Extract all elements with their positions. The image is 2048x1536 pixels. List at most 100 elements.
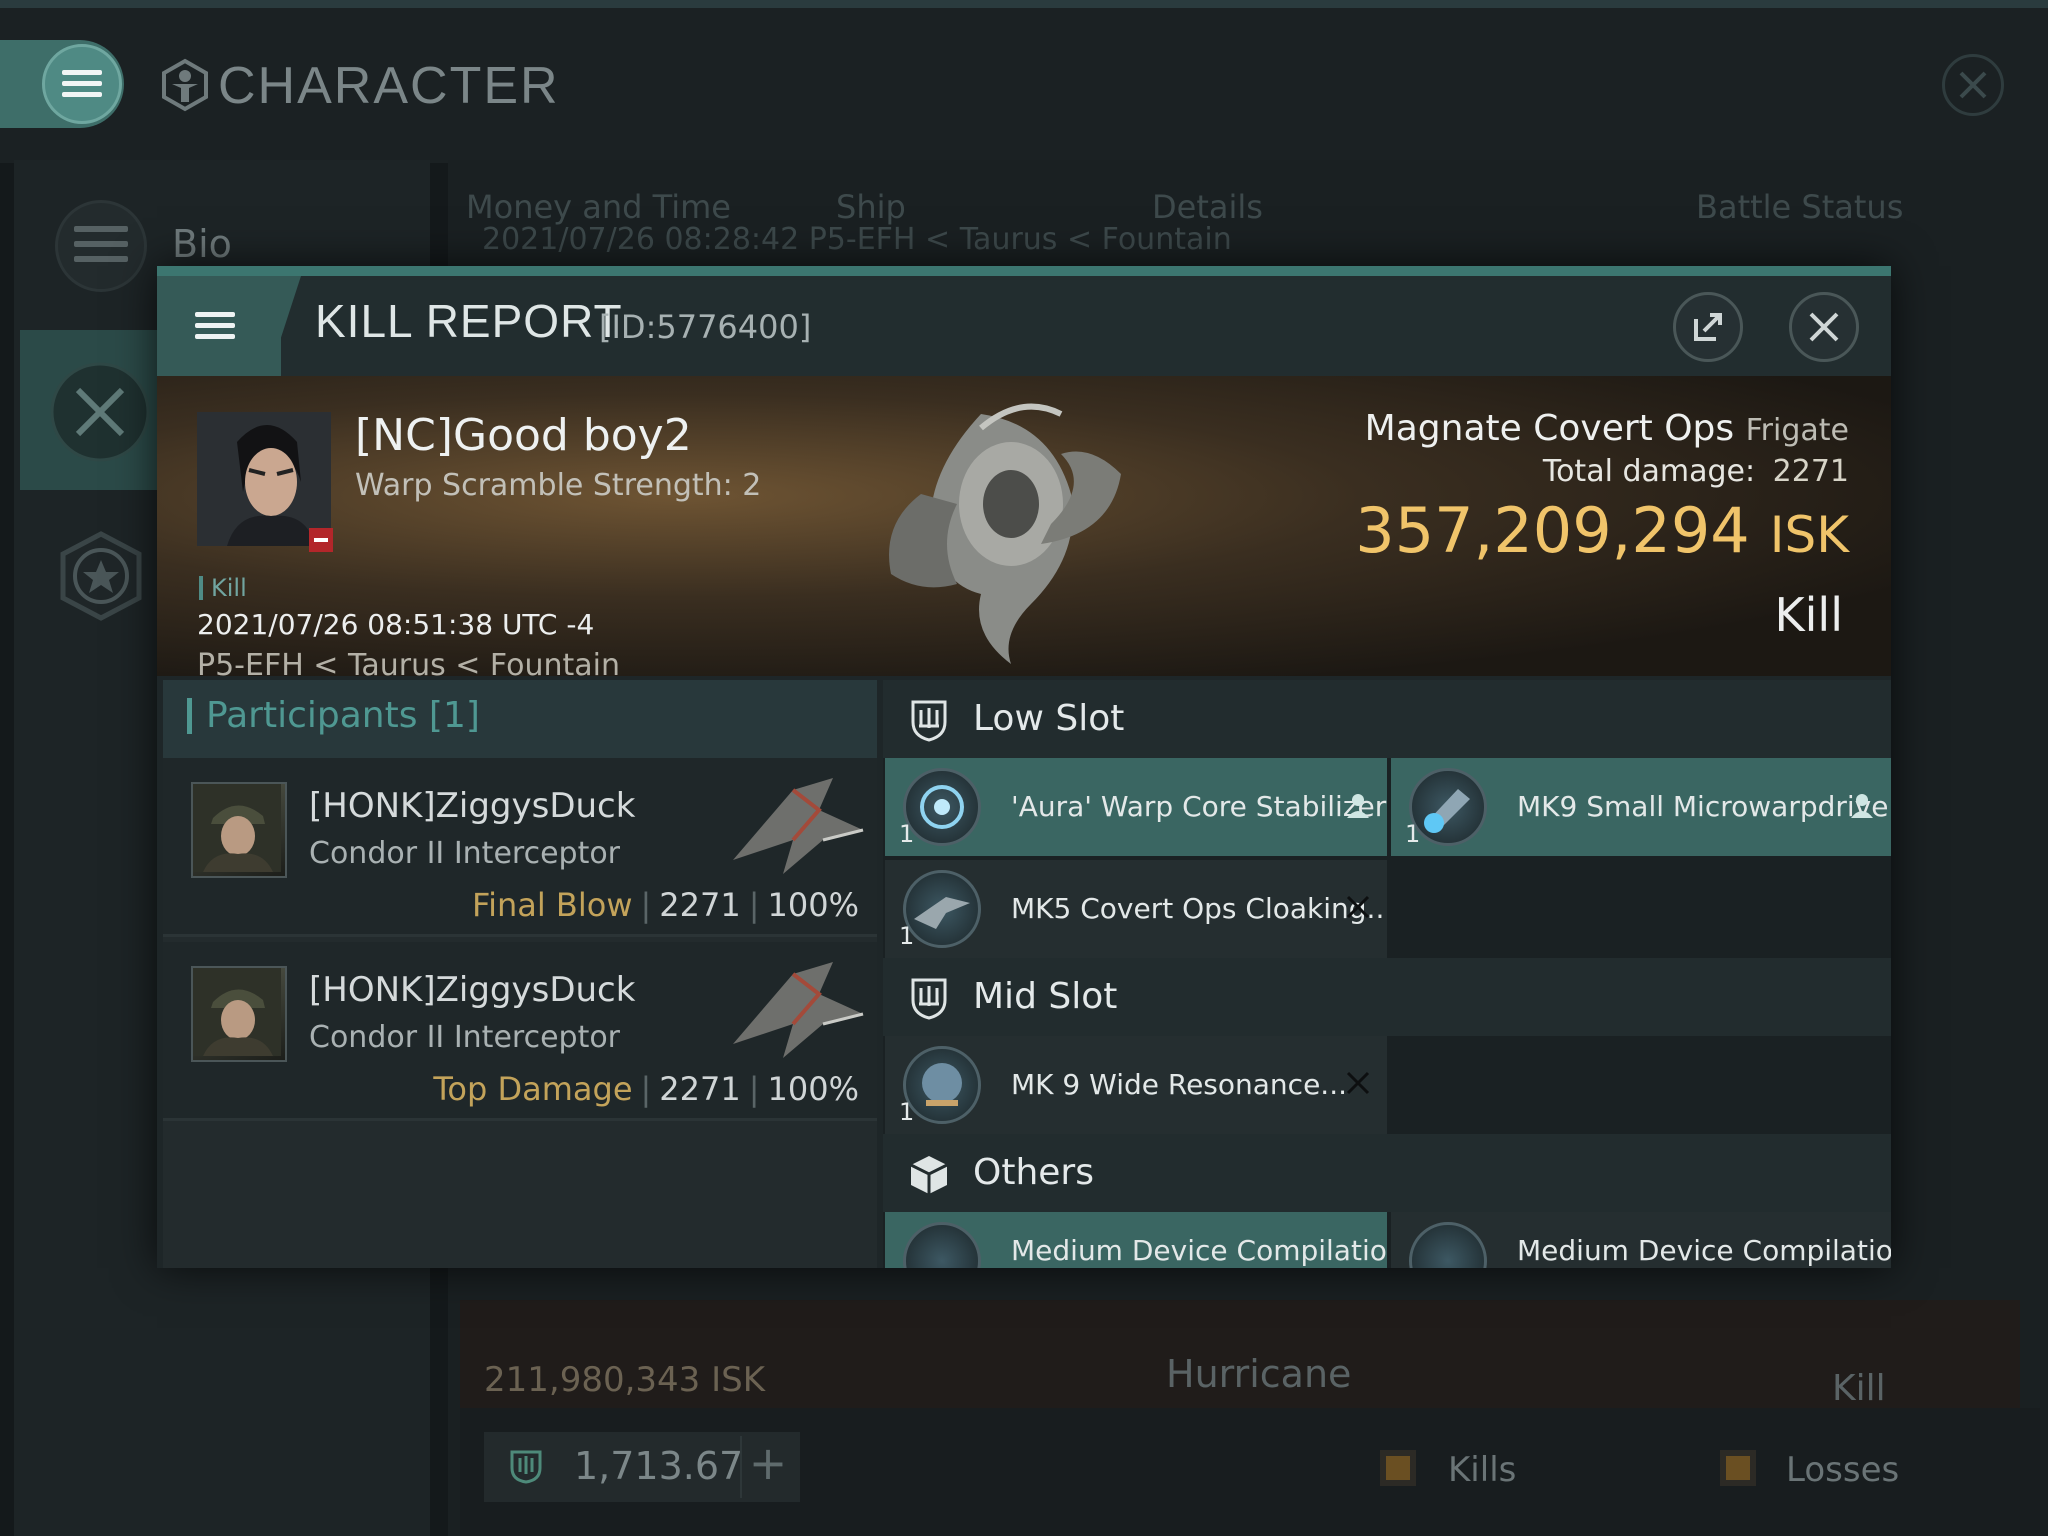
window-top-border	[0, 0, 2048, 8]
kills-legend-label: Kills	[1448, 1450, 1517, 1490]
participant-ship: Condor II Interceptor	[309, 1020, 621, 1055]
module-name: 'Aura' Warp Core Stabilizer	[1011, 790, 1387, 823]
participant-ship: Condor II Interceptor	[309, 836, 621, 871]
kill-summary-banner: [NC]Good boy2 Warp Scramble Strength: 2 …	[157, 376, 1891, 683]
participant-name: [HONK]ZiggysDuck	[309, 786, 636, 826]
cargo-box-icon	[910, 1156, 948, 1194]
participant-percent: 100%	[767, 886, 859, 924]
close-icon	[1809, 312, 1839, 342]
module-quantity: 1	[899, 820, 915, 848]
dropped-person-icon	[1851, 794, 1873, 818]
module-item[interactable]: 1 MK5 Covert Ops Cloaking...	[885, 860, 1387, 958]
module-quantity: 1	[899, 1098, 915, 1126]
sidebar-item-bio[interactable]	[55, 200, 147, 292]
device-compilation-icon	[1409, 1222, 1487, 1268]
victim-ship-image[interactable]	[861, 384, 1141, 674]
column-header-ship[interactable]: Ship	[836, 188, 906, 226]
victim-name[interactable]: [NC]Good boy2	[355, 410, 692, 461]
participant-tag: Top Damage	[433, 1070, 633, 1108]
portrait-image	[193, 968, 281, 1056]
stat-separator: |	[640, 1070, 652, 1108]
result-label: Kill	[1774, 588, 1843, 642]
external-link-icon	[1694, 313, 1722, 341]
total-damage-value: 2271	[1772, 454, 1849, 489]
total-damage-label: Total damage:	[1542, 454, 1756, 489]
module-item[interactable]: Medium Device Compilation ...	[885, 1212, 1387, 1268]
kill-report-id: [ID:5776400]	[599, 308, 812, 346]
module-item[interactable]: 1 MK 9 Wide Resonance...	[885, 1036, 1387, 1134]
kills-legend-swatch	[1380, 1450, 1416, 1486]
mid-slot-header: Mid Slot	[883, 958, 1891, 1036]
list-row-partial: 2021/07/26 08:28:42 P5-EFH < Taurus < Fo…	[482, 222, 1232, 257]
participant-tag: Final Blow	[472, 886, 633, 924]
sidebar-item-medals[interactable]	[55, 530, 147, 622]
column-header-details[interactable]: Details	[1152, 188, 1263, 226]
mid-slot-icon	[911, 978, 947, 1020]
participant-avatar	[191, 782, 287, 878]
crossed-swords-icon	[50, 362, 150, 462]
module-item[interactable]: 1 MK9 Small Microwarpdrive	[1391, 758, 1891, 856]
total-damage: Total damage: 2271	[1543, 454, 1849, 489]
low-slot-label: Low Slot	[973, 698, 1125, 739]
module-name: Medium Device Compilation ...	[1517, 1234, 1891, 1267]
participants-title: Participants [1]	[187, 698, 480, 734]
participant-stats: Top Damage | 2271 | 100%	[433, 1070, 859, 1108]
stat-separator: |	[748, 886, 760, 924]
wallet-value: 1,713.67	[574, 1444, 744, 1488]
participant-damage: 2271	[659, 1070, 741, 1108]
hamburger-icon	[195, 312, 235, 340]
destroyed-x-icon	[1346, 1071, 1370, 1095]
row-status: Kill	[1832, 1368, 1886, 1409]
module-name: MK5 Covert Ops Cloaking...	[1011, 892, 1387, 925]
row-ship-name: Hurricane	[1166, 1352, 1352, 1396]
isk-value: 357,209,294 ISK	[1355, 494, 1849, 567]
list-icon	[74, 226, 128, 266]
row-isk-value: 211,980,343 ISK	[484, 1360, 766, 1400]
isk-unit: ISK	[1769, 506, 1849, 564]
column-header-battle-status[interactable]: Battle Status	[1696, 188, 1903, 226]
participant-damage: 2271	[659, 886, 741, 924]
hamburger-icon	[62, 70, 102, 98]
modal-close-button[interactable]	[1789, 292, 1859, 362]
module-quantity: 1	[1405, 820, 1421, 848]
participant-ship-image	[733, 778, 864, 874]
main-menu-button[interactable]	[42, 44, 122, 124]
sidebar-item-combat[interactable]	[20, 330, 160, 490]
modal-title: KILL REPORT	[315, 295, 623, 347]
destroyed-x-icon	[1346, 895, 1370, 919]
low-slot-header: Low Slot	[883, 680, 1891, 758]
share-button[interactable]	[1673, 292, 1743, 362]
window-close-button[interactable]	[1942, 54, 2004, 116]
module-item[interactable]: Medium Device Compilation ...	[1391, 1212, 1891, 1268]
participant-row[interactable]: [HONK]ZiggysDuck Condor II Interceptor F…	[163, 758, 877, 937]
participant-ship-image	[733, 962, 864, 1058]
module-item[interactable]: 1 'Aura' Warp Core Stabilizer	[885, 758, 1387, 856]
portrait-image	[197, 412, 331, 546]
kill-datetime: 2021/07/26 08:51:38 UTC -4	[197, 608, 595, 641]
cloaking-device-icon	[903, 870, 981, 948]
victim-ship-name[interactable]: Magnate Covert Ops Frigate	[1365, 408, 1849, 449]
plex-icon	[510, 1450, 542, 1484]
portrait-image	[193, 784, 281, 872]
sidebar-item-label: Bio	[172, 222, 232, 266]
participant-avatar	[191, 966, 287, 1062]
kill-report-modal: KILL REPORT [ID:5776400] [NC]Good boy2 W…	[157, 266, 1891, 1268]
kill-type-tag: Kill	[199, 576, 247, 600]
close-icon	[1959, 71, 1987, 99]
modal-menu-button[interactable]	[157, 276, 281, 376]
column-header-money[interactable]: Money and Time	[466, 188, 731, 226]
victim-detail: Warp Scramble Strength: 2	[355, 468, 762, 503]
mid-slot-label: Mid Slot	[973, 976, 1118, 1017]
module-name: MK 9 Wide Resonance...	[1011, 1068, 1347, 1101]
stat-separator: |	[640, 886, 652, 924]
ship-name-text: Magnate Covert Ops	[1364, 408, 1735, 449]
participant-row[interactable]: [HONK]ZiggysDuck Condor II Interceptor T…	[163, 942, 877, 1121]
victim-portrait[interactable]	[197, 412, 331, 546]
module-quantity: 1	[899, 922, 915, 950]
losses-legend-swatch	[1720, 1450, 1756, 1486]
module-name: Medium Device Compilation ...	[1011, 1234, 1387, 1267]
kill-location[interactable]: P5-EFH < Taurus < Fountain	[197, 648, 620, 683]
isk-amount: 357,209,294	[1355, 494, 1750, 567]
window-title: CHARACTER	[218, 57, 560, 115]
add-plex-button[interactable]: +	[740, 1436, 794, 1498]
